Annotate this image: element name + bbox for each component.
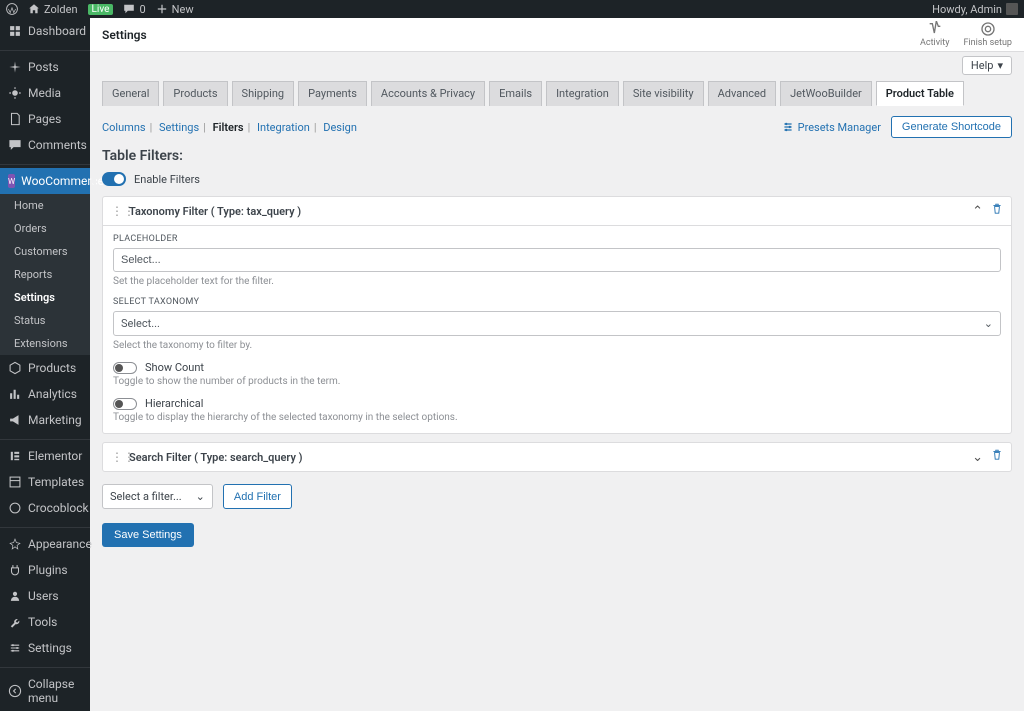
subsection-links: Columns| Settings| Filters| Integration|… xyxy=(102,121,357,134)
comments-link[interactable]: 0 xyxy=(123,3,145,16)
menu-users[interactable]: Users xyxy=(0,583,90,609)
subsection-filters[interactable]: Filters xyxy=(213,121,244,134)
menu-media[interactable]: Media xyxy=(0,80,90,106)
enable-filters-toggle[interactable] xyxy=(102,172,126,186)
show-count-help: Toggle to show the number of products in… xyxy=(113,376,1001,387)
submenu-extensions[interactable]: Extensions xyxy=(0,332,90,355)
tab-jetwoobuilder[interactable]: JetWooBuilder xyxy=(780,81,872,106)
site-name-link[interactable]: Zolden xyxy=(28,3,78,16)
menu-templates[interactable]: Templates xyxy=(0,469,90,495)
delete-filter-button[interactable] xyxy=(991,449,1003,465)
submenu-home[interactable]: Home xyxy=(0,194,90,217)
drag-handle-icon[interactable]: ⋮⋮ xyxy=(111,204,123,218)
show-count-toggle[interactable] xyxy=(113,362,137,374)
search-filter-card: ⋮⋮ Search Filter ( Type: search_query ) … xyxy=(102,442,1012,472)
subsection-columns[interactable]: Columns xyxy=(102,121,146,134)
taxonomy-select[interactable]: Select...⌄ xyxy=(113,311,1001,336)
activity-button[interactable]: Activity xyxy=(920,21,949,48)
taxonomy-help: Select the taxonomy to filter by. xyxy=(113,340,1001,351)
hierarchical-help: Toggle to display the hierarchy of the s… xyxy=(113,412,1001,423)
filter-title: Taxonomy Filter ( Type: tax_query ) xyxy=(129,205,301,218)
settings-nav-tabs: General Products Shipping Payments Accou… xyxy=(102,81,1012,106)
menu-collapse[interactable]: Collapse menu xyxy=(0,671,90,711)
my-account-link[interactable]: Howdy, Admin xyxy=(932,3,1018,16)
menu-elementor[interactable]: Elementor xyxy=(0,443,90,469)
tab-site-visibility[interactable]: Site visibility xyxy=(623,81,704,106)
tab-advanced[interactable]: Advanced xyxy=(708,81,776,106)
taxonomy-label: SELECT TAXONOMY xyxy=(113,297,1001,307)
subsection-design[interactable]: Design xyxy=(323,121,357,134)
menu-pages[interactable]: Pages xyxy=(0,106,90,132)
save-settings-button[interactable]: Save Settings xyxy=(102,523,194,547)
menu-woocommerce[interactable]: WWooCommerce xyxy=(0,168,90,194)
submenu-status[interactable]: Status xyxy=(0,309,90,332)
hierarchical-label: Hierarchical xyxy=(145,397,203,410)
chevron-down-icon: ⌄ xyxy=(196,490,205,503)
admin-menu: Dashboard Posts Media Pages Comments WWo… xyxy=(0,18,90,711)
drag-handle-icon[interactable]: ⋮⋮ xyxy=(111,450,123,464)
tab-integration[interactable]: Integration xyxy=(546,81,619,106)
tab-shipping[interactable]: Shipping xyxy=(232,81,295,106)
tab-payments[interactable]: Payments xyxy=(298,81,367,106)
menu-posts[interactable]: Posts xyxy=(0,54,90,80)
tab-accounts-privacy[interactable]: Accounts & Privacy xyxy=(371,81,485,106)
subsection-integration[interactable]: Integration xyxy=(257,121,310,134)
menu-comments[interactable]: Comments xyxy=(0,132,90,158)
woocommerce-icon: W xyxy=(8,174,15,188)
avatar xyxy=(1006,3,1018,15)
tab-products[interactable]: Products xyxy=(163,81,227,106)
filter-type-select[interactable]: Select a filter...⌄ xyxy=(102,484,213,509)
tab-emails[interactable]: Emails xyxy=(489,81,542,106)
live-badge: Live xyxy=(88,4,114,15)
page-title: Settings xyxy=(102,28,147,42)
enable-filters-label: Enable Filters xyxy=(134,173,200,186)
submenu-customers[interactable]: Customers xyxy=(0,240,90,263)
expand-toggle[interactable]: ⌄ xyxy=(972,450,983,465)
menu-appearance[interactable]: Appearance xyxy=(0,531,90,557)
menu-marketing[interactable]: Marketing xyxy=(0,407,90,433)
menu-tools[interactable]: Tools xyxy=(0,609,90,635)
submenu-orders[interactable]: Orders xyxy=(0,217,90,240)
menu-products[interactable]: Products xyxy=(0,355,90,381)
finish-setup-button[interactable]: Finish setup xyxy=(963,21,1012,48)
add-filter-button[interactable]: Add Filter xyxy=(223,484,292,509)
placeholder-label: PLACEHOLDER xyxy=(113,234,1001,244)
hierarchical-toggle[interactable] xyxy=(113,398,137,410)
submenu-reports[interactable]: Reports xyxy=(0,263,90,286)
menu-settings[interactable]: Settings xyxy=(0,635,90,661)
menu-plugins[interactable]: Plugins xyxy=(0,557,90,583)
delete-filter-button[interactable] xyxy=(991,203,1003,219)
new-content-link[interactable]: New xyxy=(156,3,194,16)
menu-analytics[interactable]: Analytics xyxy=(0,381,90,407)
show-count-label: Show Count xyxy=(145,361,204,374)
taxonomy-filter-card: ⋮⋮ Taxonomy Filter ( Type: tax_query ) ⌃… xyxy=(102,196,1012,434)
placeholder-input[interactable] xyxy=(113,248,1001,272)
subsection-settings[interactable]: Settings xyxy=(159,121,199,134)
chevron-down-icon: ⌄ xyxy=(984,317,993,330)
tab-product-table[interactable]: Product Table xyxy=(876,81,964,106)
section-title: Table Filters: xyxy=(102,148,1012,164)
tab-general[interactable]: General xyxy=(102,81,159,106)
help-tab[interactable]: Help▾ xyxy=(962,56,1012,75)
filter-title: Search Filter ( Type: search_query ) xyxy=(129,451,303,464)
chevron-down-icon: ▾ xyxy=(997,59,1003,72)
generate-shortcode-button[interactable]: Generate Shortcode xyxy=(891,116,1012,138)
submenu-settings[interactable]: Settings xyxy=(0,286,90,309)
menu-dashboard[interactable]: Dashboard xyxy=(0,18,90,44)
placeholder-help: Set the placeholder text for the filter. xyxy=(113,276,1001,287)
wp-logo-icon[interactable] xyxy=(6,3,18,15)
presets-manager-link[interactable]: Presets Manager xyxy=(782,121,881,134)
collapse-toggle[interactable]: ⌃ xyxy=(972,204,983,219)
menu-crocoblock[interactable]: Crocoblock xyxy=(0,495,90,521)
site-name: Zolden xyxy=(44,3,78,16)
